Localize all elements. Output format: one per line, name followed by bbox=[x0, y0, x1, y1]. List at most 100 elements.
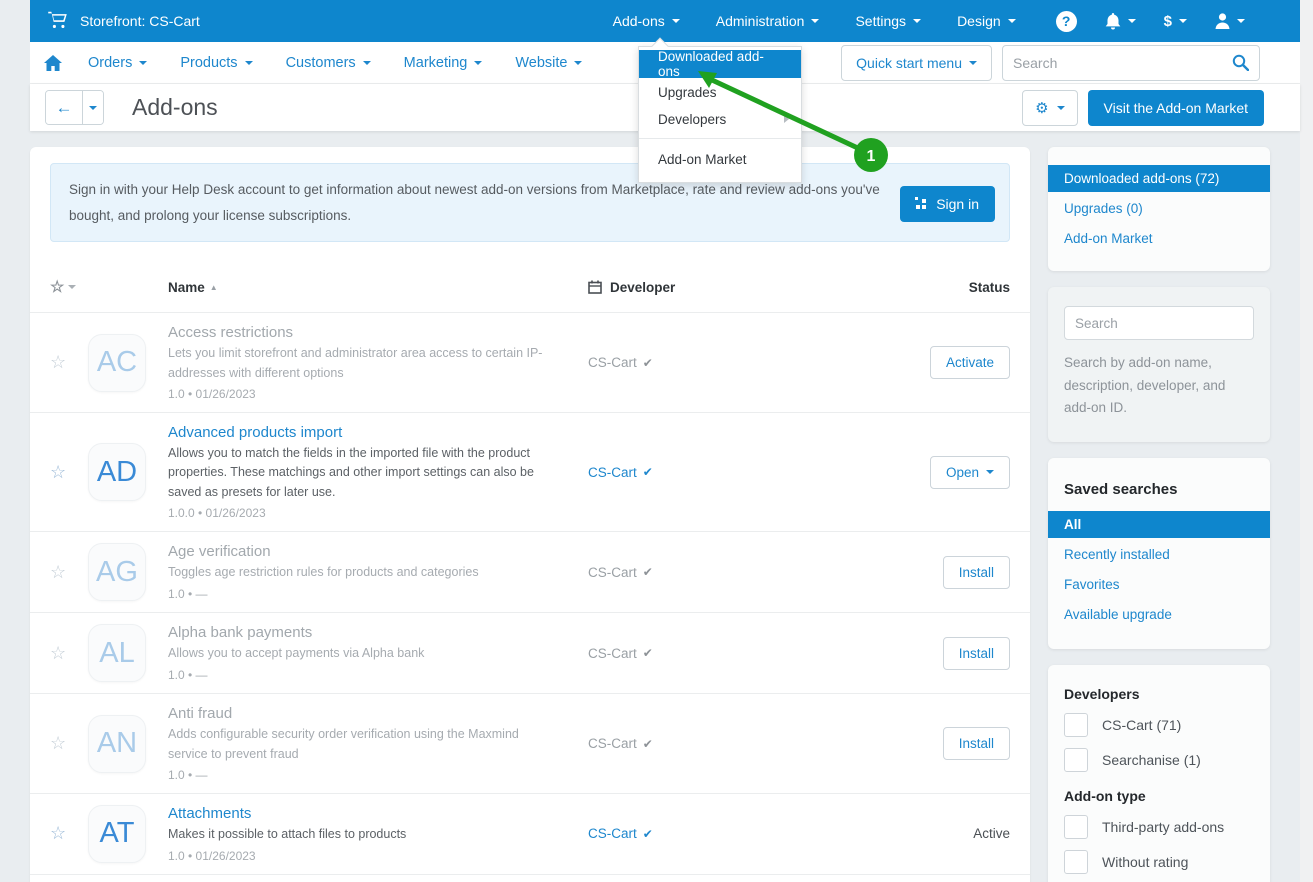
addon-tile: AT bbox=[88, 805, 146, 863]
page-header-actions: ⚙ Visit the Add-on Market bbox=[1022, 90, 1264, 126]
chevron-down-icon bbox=[969, 61, 977, 65]
gear-icon: ⚙ bbox=[1035, 99, 1048, 117]
calendar-icon bbox=[588, 280, 602, 294]
nav-item-products[interactable]: Products bbox=[180, 55, 252, 71]
nav-item-orders[interactable]: Orders bbox=[88, 55, 147, 71]
table-row: ☆ AN Anti fraud Adds configurable securi… bbox=[30, 693, 1030, 793]
topbar-menu-administration[interactable]: Administration bbox=[716, 13, 820, 29]
back-history-button[interactable] bbox=[82, 91, 103, 124]
home-icon[interactable] bbox=[44, 55, 62, 71]
sidebar-nav-card: Downloaded add-ons (72) Upgrades (0) Add… bbox=[1048, 147, 1270, 271]
sidebar-item-addon-market[interactable]: Add-on Market bbox=[1048, 225, 1270, 252]
scrollbar[interactable] bbox=[1300, 0, 1313, 882]
search-hint: Search by add-on name, description, deve… bbox=[1064, 352, 1254, 420]
topbar-menu-settings[interactable]: Settings bbox=[855, 13, 921, 29]
addon-developer: CS-Cart✔ bbox=[588, 736, 828, 751]
topbar-menu-addons[interactable]: Add-ons bbox=[613, 13, 680, 29]
chevron-down-icon bbox=[1057, 106, 1065, 110]
table-row: ☆ AT Attachments Makes it possible to at… bbox=[30, 793, 1030, 874]
checkbox-icon[interactable] bbox=[1064, 748, 1088, 772]
open-button[interactable]: Open bbox=[930, 456, 1010, 489]
quick-start-menu-button[interactable]: Quick start menu bbox=[841, 45, 992, 81]
storefront-switcher[interactable]: Storefront: CS-Cart bbox=[30, 11, 200, 31]
saved-search-recently-installed[interactable]: Recently installed bbox=[1048, 541, 1270, 568]
filter-developer-cs-cart[interactable]: CS-Cart (71) bbox=[1064, 713, 1254, 737]
sign-in-label: Sign in bbox=[936, 196, 979, 212]
nav-item-marketing[interactable]: Marketing bbox=[404, 55, 483, 71]
favorite-star-icon[interactable]: ☆ bbox=[50, 823, 88, 844]
name-column-header[interactable]: Name▲ bbox=[168, 280, 588, 295]
chevron-down-icon bbox=[363, 61, 371, 65]
notifications-menu[interactable] bbox=[1105, 13, 1136, 30]
favorite-star-icon[interactable]: ☆ bbox=[50, 352, 88, 373]
chevron-down-icon bbox=[1179, 19, 1187, 23]
sidebar: Downloaded add-ons (72) Upgrades (0) Add… bbox=[1048, 147, 1270, 882]
sidebar-search-card: Search by add-on name, description, deve… bbox=[1048, 287, 1270, 442]
topbar-menu-administration-label: Administration bbox=[716, 13, 805, 29]
addon-type-filter-title: Add-on type bbox=[1064, 788, 1254, 804]
addon-version: 1.0 • 01/26/2023 bbox=[168, 387, 588, 401]
install-button[interactable]: Install bbox=[943, 556, 1010, 589]
addon-developer: CS-Cart✔ bbox=[588, 565, 828, 580]
sidebar-item-upgrades[interactable]: Upgrades (0) bbox=[1048, 195, 1270, 222]
visit-addon-market-button[interactable]: Visit the Add-on Market bbox=[1088, 90, 1264, 126]
addon-tile: AG bbox=[88, 543, 146, 601]
topbar-menu-design[interactable]: Design bbox=[957, 13, 1016, 29]
addon-name: Age verification bbox=[168, 543, 588, 560]
saved-search-favorites[interactable]: Favorites bbox=[1048, 571, 1270, 598]
addon-tile: AD bbox=[88, 443, 146, 501]
saved-search-all[interactable]: All bbox=[1048, 511, 1270, 538]
checkbox-icon[interactable] bbox=[1064, 850, 1088, 874]
filter-third-party-addons[interactable]: Third-party add-ons bbox=[1064, 815, 1254, 839]
checkbox-icon[interactable] bbox=[1064, 713, 1088, 737]
addon-developer: CS-Cart✔ bbox=[588, 646, 828, 661]
chevron-down-icon bbox=[89, 106, 97, 110]
favorites-column-header[interactable]: ☆ bbox=[50, 277, 88, 297]
marketplace-icon bbox=[916, 199, 926, 209]
addon-description: Adds configurable security order verific… bbox=[168, 725, 553, 764]
back-button[interactable]: ← bbox=[46, 91, 82, 124]
table-row: ☆ AL Alpha bank payments Allows you to a… bbox=[30, 612, 1030, 693]
status-badge: Active bbox=[973, 826, 1010, 841]
global-search bbox=[1002, 45, 1260, 81]
dropdown-item-addon-market[interactable]: Add-on Market bbox=[639, 146, 801, 172]
help-icon[interactable]: ? bbox=[1056, 11, 1077, 32]
search-input[interactable] bbox=[1003, 55, 1228, 71]
addon-name-link[interactable]: Advanced products import bbox=[168, 424, 588, 441]
chevron-down-icon bbox=[474, 61, 482, 65]
filter-developer-searchanise[interactable]: Searchanise (1) bbox=[1064, 748, 1254, 772]
topbar-icons: ? $ bbox=[1056, 11, 1245, 32]
favorite-star-icon[interactable]: ☆ bbox=[50, 562, 88, 583]
user-menu[interactable] bbox=[1215, 13, 1245, 29]
table-header: ☆ Name▲ Developer Status bbox=[30, 252, 1030, 312]
sign-in-button[interactable]: Sign in bbox=[900, 186, 995, 222]
activate-button[interactable]: Activate bbox=[930, 346, 1010, 379]
currency-menu[interactable]: $ bbox=[1164, 13, 1187, 30]
favorite-star-icon[interactable]: ☆ bbox=[50, 462, 88, 483]
addon-name-link[interactable]: Attachments bbox=[168, 805, 588, 822]
check-icon: ✔ bbox=[643, 356, 653, 370]
addon-developer: CS-Cart✔ bbox=[588, 826, 828, 841]
nav-item-website-label: Website bbox=[515, 55, 567, 71]
search-button[interactable] bbox=[1228, 54, 1259, 71]
favorite-star-icon[interactable]: ☆ bbox=[50, 643, 88, 664]
install-button[interactable]: Install bbox=[943, 727, 1010, 760]
dropdown-item-upgrades[interactable]: Upgrades bbox=[639, 79, 801, 105]
chevron-down-icon bbox=[1128, 19, 1136, 23]
check-icon: ✔ bbox=[643, 565, 653, 579]
dropdown-item-downloaded-addons[interactable]: Downloaded add-ons bbox=[639, 50, 801, 78]
developer-column-header[interactable]: Developer bbox=[588, 280, 828, 295]
checkbox-icon[interactable] bbox=[1064, 815, 1088, 839]
favorite-star-icon[interactable]: ☆ bbox=[50, 733, 88, 754]
install-button[interactable]: Install bbox=[943, 637, 1010, 670]
saved-search-available-upgrade[interactable]: Available upgrade bbox=[1048, 601, 1270, 628]
nav-item-website[interactable]: Website bbox=[515, 55, 582, 71]
addon-search-input[interactable] bbox=[1064, 306, 1254, 340]
settings-gear-button[interactable]: ⚙ bbox=[1022, 90, 1077, 126]
filters-card: Developers CS-Cart (71) Searchanise (1) … bbox=[1048, 665, 1270, 882]
dropdown-item-developers[interactable]: Developers bbox=[639, 106, 801, 132]
filter-without-rating[interactable]: Without rating bbox=[1064, 850, 1254, 874]
check-icon: ✔ bbox=[643, 646, 653, 660]
sidebar-item-downloaded-addons[interactable]: Downloaded add-ons (72) bbox=[1048, 165, 1270, 192]
nav-item-customers[interactable]: Customers bbox=[286, 55, 371, 71]
